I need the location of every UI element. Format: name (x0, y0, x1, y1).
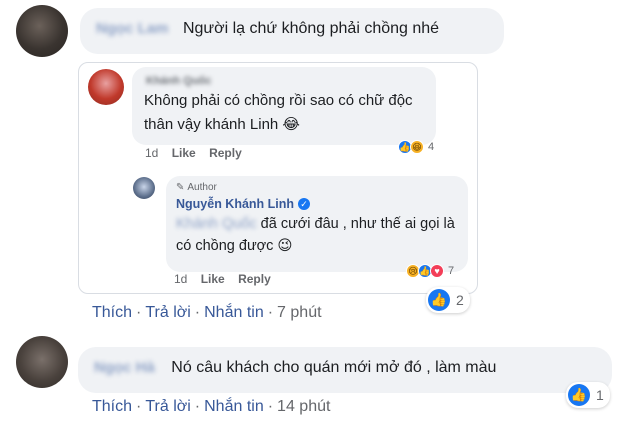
like-link[interactable]: Like (172, 146, 196, 160)
avatar[interactable] (16, 5, 68, 57)
reply-avatar[interactable] (88, 69, 124, 105)
reply-author[interactable]: Nguyễn Khánh Linh (176, 197, 294, 211)
like-count[interactable]: 👍 1 (566, 382, 610, 408)
author-badge-label: Author (187, 182, 217, 193)
reply-bubble: ✎ Author Nguyễn Khánh Linh ✓ Khánh Quốc … (166, 176, 468, 272)
pencil-icon: ✎ (176, 182, 185, 193)
reply-text: Không phải có chồng rồi sao có chữ độc t… (144, 92, 413, 133)
comment-author[interactable]: Ngọc Hà (94, 359, 155, 376)
reply-time: 1d (174, 272, 188, 286)
comment-author[interactable]: Ngọc Lam (96, 20, 169, 37)
reply-time: 1d (145, 146, 159, 160)
avatar[interactable] (16, 336, 68, 388)
reaction-summary[interactable]: 👍 😆 4 (398, 140, 434, 154)
comment-text: Nó câu khách cho quán mới mở đó , làm mà… (171, 359, 497, 376)
reply-text: Khánh Quốc đã cưới đâu , như thế ai gọi … (176, 213, 458, 257)
reply-bubble: Khánh Quốc Không phải có chồng rồi sao c… (132, 67, 436, 145)
reply-action[interactable]: Trả lời (145, 398, 190, 415)
like-link[interactable]: Like (201, 272, 225, 286)
comment-time[interactable]: 14 phút (277, 398, 330, 415)
comment-time[interactable]: 7 phút (277, 304, 321, 321)
reply-link[interactable]: Reply (209, 146, 242, 160)
reaction-count: 4 (428, 141, 435, 153)
mention[interactable]: Khánh Quốc (176, 216, 257, 232)
thumbs-up-icon: 👍 (428, 289, 450, 311)
like-count[interactable]: 👍 2 (426, 287, 470, 313)
reply-link[interactable]: Reply (238, 272, 271, 286)
heart-icon: ♥ (430, 264, 444, 278)
message-action[interactable]: Nhắn tin (204, 398, 264, 415)
comment-bubble: Ngọc Hà Nó câu khách cho quán mới mở đó … (78, 347, 612, 393)
comment-bubble: Ngọc Lam Người lạ chứ không phải chồng n… (80, 8, 504, 54)
reply-meta: 1d Like Reply (145, 146, 242, 160)
reply-avatar[interactable] (133, 177, 155, 199)
comment-text: Người lạ chứ không phải chồng nhé (182, 20, 440, 37)
author-badge: ✎ Author (176, 182, 458, 193)
comment-actions: Thích · Trả lời · Nhắn tin · 14 phút (92, 398, 331, 415)
reaction-count: 7 (448, 265, 455, 277)
reply-meta: 1d Like Reply (174, 272, 271, 286)
thumbs-up-icon: 👍 (568, 384, 590, 406)
like-action[interactable]: Thích (92, 398, 132, 415)
message-action[interactable]: Nhắn tin (204, 304, 264, 321)
reply-author[interactable]: Khánh Quốc (146, 75, 424, 87)
like-count-value: 2 (456, 292, 464, 308)
comment-actions: Thích · Trả lời · Nhắn tin · 7 phút (92, 304, 322, 321)
verified-check-icon: ✓ (298, 198, 311, 210)
reaction-summary[interactable]: 😢 👍 ♥ 7 (406, 264, 454, 278)
reply-action[interactable]: Trả lời (145, 304, 190, 321)
laugh-emoji-icon: 😆 (410, 140, 424, 154)
like-count-value: 1 (596, 387, 604, 403)
like-action[interactable]: Thích (92, 304, 132, 321)
